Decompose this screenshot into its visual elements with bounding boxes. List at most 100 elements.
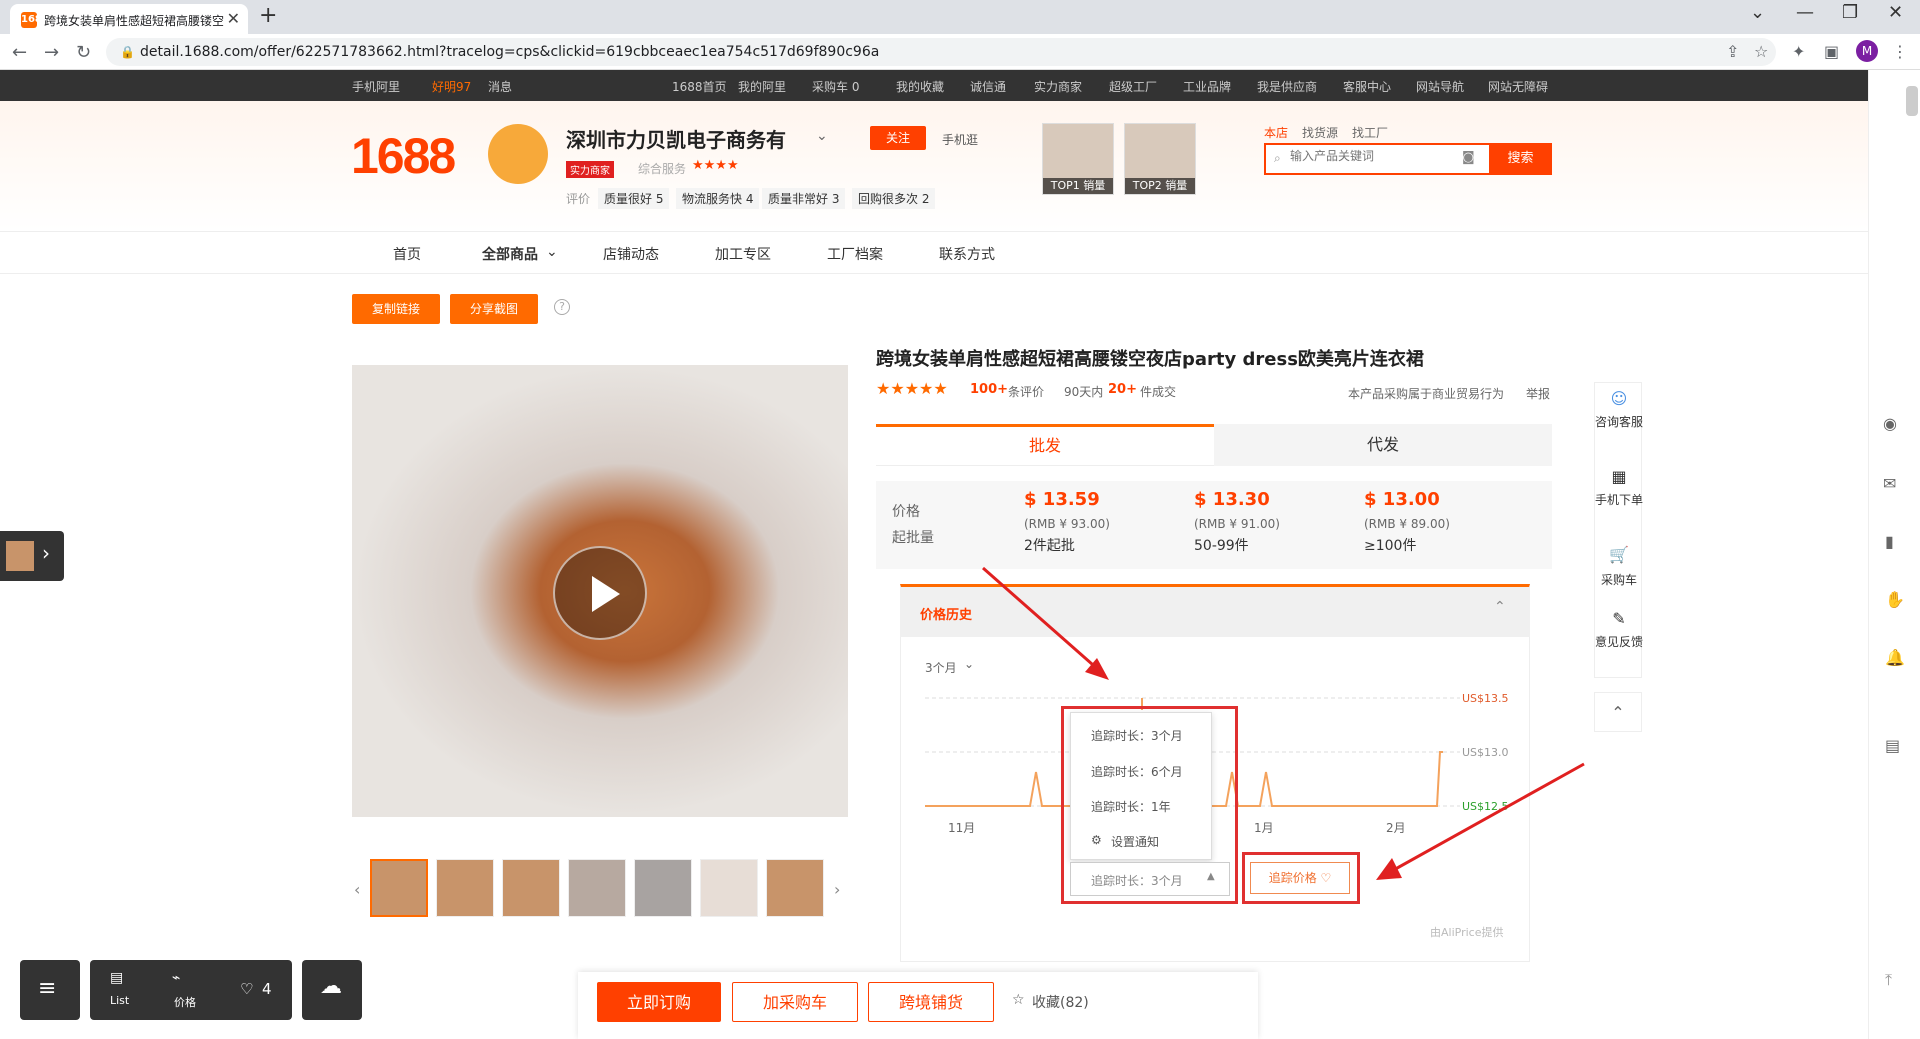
bell-icon[interactable]: 🔔 [1885, 648, 1905, 667]
collapse-icon[interactable]: ⌃ [1494, 599, 1506, 615]
shop-name[interactable]: 深圳市力贝凯电子商务有 [566, 124, 786, 153]
side-panel-icon[interactable]: ▣ [1824, 42, 1839, 61]
search-tab-goods[interactable]: 找货源 [1302, 124, 1338, 141]
mail-icon[interactable]: ✉ [1883, 474, 1896, 493]
topnav-item[interactable]: 1688首页 [672, 78, 727, 95]
topnav-item[interactable]: 工业品牌 [1183, 78, 1231, 95]
track-duration-select[interactable]: 追踪时长：3个月 ▲ [1070, 862, 1230, 896]
dropdown-option[interactable]: 追踪时长：3个月 [1091, 727, 1183, 744]
browser-tab[interactable]: 1688 跨境女装单肩性感超短裙高腰镂空 ✕ [10, 4, 248, 34]
range-select[interactable]: 3个月 [925, 659, 957, 676]
buy-now-button[interactable]: 立即订购 [597, 982, 721, 1022]
tool-icon[interactable]: ✋ [1885, 590, 1905, 609]
thumbnail[interactable] [370, 859, 428, 917]
track-price-button[interactable]: 追踪价格 ♡ [1250, 862, 1350, 894]
thumbnail[interactable] [568, 859, 626, 917]
report-link[interactable]: 举报 [1526, 385, 1550, 402]
thumb-prev-icon[interactable]: ‹ [354, 880, 360, 899]
dropdown-option[interactable]: 追踪时长：1年 [1091, 798, 1171, 815]
doc-icon[interactable]: ▤ [1885, 736, 1900, 755]
copy-link-button[interactable]: 复制链接 [352, 294, 440, 324]
top1-product[interactable]: TOP1 销量 [1042, 123, 1114, 195]
likes-count[interactable]: 4 [262, 980, 272, 998]
home-menu-button[interactable]: ≡ [20, 960, 80, 1020]
chevron-down-icon[interactable]: ⌄ [816, 128, 828, 144]
topnav-item[interactable]: 实力商家 [1034, 78, 1082, 95]
menu-processing[interactable]: 加工专区 [715, 244, 771, 264]
profile-avatar[interactable]: M [1856, 40, 1878, 62]
play-video-icon[interactable] [553, 546, 647, 640]
url-text[interactable]: detail.1688.com/offer/622571783662.html?… [140, 44, 879, 60]
sidebar-feedback[interactable]: 意见反馈 [1595, 635, 1643, 650]
topnav-item[interactable]: 消息 [488, 78, 512, 95]
sidebar-consult[interactable]: 咨询客服 [1595, 415, 1643, 430]
share-screenshot-button[interactable]: 分享截图 [450, 294, 538, 324]
help-icon[interactable]: ? [554, 299, 570, 315]
review-count[interactable]: 100+ [970, 382, 1008, 397]
bookmark-star-icon[interactable]: ☆ [1754, 42, 1768, 61]
minimize-icon[interactable]: — [1796, 2, 1814, 23]
tab-close-icon[interactable]: ✕ [227, 9, 240, 28]
scrollbar-thumb[interactable] [1906, 86, 1918, 116]
topnav-item[interactable]: 客服中心 [1343, 78, 1391, 95]
topnav-item[interactable]: 我的收藏 [896, 78, 944, 95]
dropdown-option[interactable]: 设置通知 [1111, 833, 1159, 850]
scroll-top-icon[interactable]: ⤒ [1885, 970, 1892, 990]
topnav-item[interactable]: 我的阿里 [738, 78, 786, 95]
menu-all-products[interactable]: 全部商品 [482, 244, 538, 264]
add-to-cart-button[interactable]: 加采购车 [732, 982, 858, 1022]
tab-search-icon[interactable]: ⌄ [1750, 2, 1765, 23]
sidebar-cart[interactable]: 采购车 [1595, 573, 1643, 588]
cross-border-button[interactable]: 跨境铺货 [868, 982, 994, 1022]
menu-kebab-icon[interactable]: ⋮ [1892, 42, 1908, 61]
back-to-top-icon[interactable]: ⌃ [1594, 692, 1642, 732]
menu-factory[interactable]: 工厂档案 [827, 244, 883, 264]
extension-icon[interactable]: ◉ [1883, 414, 1897, 433]
mobile-shop-link[interactable]: 手机逛 [942, 131, 978, 148]
chat-button[interactable]: ☁ [302, 960, 362, 1020]
share-icon[interactable]: ⇪ [1726, 42, 1739, 61]
price-button[interactable]: 价格 [174, 994, 196, 1010]
search-tab-store[interactable]: 本店 [1264, 124, 1288, 141]
favorite-button[interactable]: 收藏(82) [1032, 992, 1089, 1012]
topnav-item[interactable]: 采购车 0 [812, 78, 859, 95]
shop-avatar[interactable] [488, 124, 548, 184]
thumb-next-icon[interactable]: › [834, 880, 840, 899]
search-button[interactable]: 搜索 [1489, 143, 1552, 175]
extensions-icon[interactable]: ✦ [1792, 42, 1805, 61]
tab-wholesale[interactable]: 批发 [876, 424, 1214, 466]
url-box[interactable]: 🔒 detail.1688.com/offer/622571783662.htm… [106, 38, 1776, 66]
topnav-item[interactable]: 手机阿里 [352, 78, 400, 95]
back-icon[interactable]: ← [12, 42, 27, 63]
top2-product[interactable]: TOP2 销量 [1124, 123, 1196, 195]
topnav-item[interactable]: 好明97 [432, 78, 471, 95]
thumbnail[interactable] [502, 859, 560, 917]
thumbnail[interactable] [436, 859, 494, 917]
topnav-item[interactable]: 网站导航 [1416, 78, 1464, 95]
bookmark-icon[interactable]: ▮ [1885, 532, 1894, 551]
topnav-item[interactable]: 网站无障碍 [1488, 78, 1548, 95]
topnav-item[interactable]: 诚信通 [970, 78, 1006, 95]
topnav-item[interactable]: 超级工厂 [1109, 78, 1157, 95]
follow-button[interactable]: 关注 [870, 126, 926, 150]
forward-icon[interactable]: → [44, 42, 59, 63]
search-tab-factory[interactable]: 找工厂 [1352, 124, 1388, 141]
thumbnail[interactable] [700, 859, 758, 917]
menu-contact[interactable]: 联系方式 [939, 244, 995, 264]
search-input[interactable] [1290, 149, 1450, 163]
floating-product-tab[interactable]: › [0, 531, 64, 581]
new-tab-icon[interactable]: + [259, 3, 277, 28]
site-logo[interactable]: 1688 [351, 127, 456, 185]
dropdown-option[interactable]: 追踪时长：6个月 [1091, 763, 1183, 780]
thumbnail[interactable] [766, 859, 824, 917]
maximize-icon[interactable]: ❐ [1842, 2, 1858, 23]
topnav-item[interactable]: 我是供应商 [1257, 78, 1317, 95]
menu-home[interactable]: 首页 [393, 244, 421, 264]
sidebar-mobile-order[interactable]: 手机下单 [1595, 493, 1643, 508]
thumbnail[interactable] [634, 859, 692, 917]
menu-news[interactable]: 店铺动态 [603, 244, 659, 264]
camera-icon[interactable]: ◙ [1462, 150, 1475, 165]
close-window-icon[interactable]: ✕ [1888, 2, 1903, 23]
reload-icon[interactable]: ↻ [76, 42, 91, 63]
tab-dropship[interactable]: 代发 [1214, 424, 1552, 466]
